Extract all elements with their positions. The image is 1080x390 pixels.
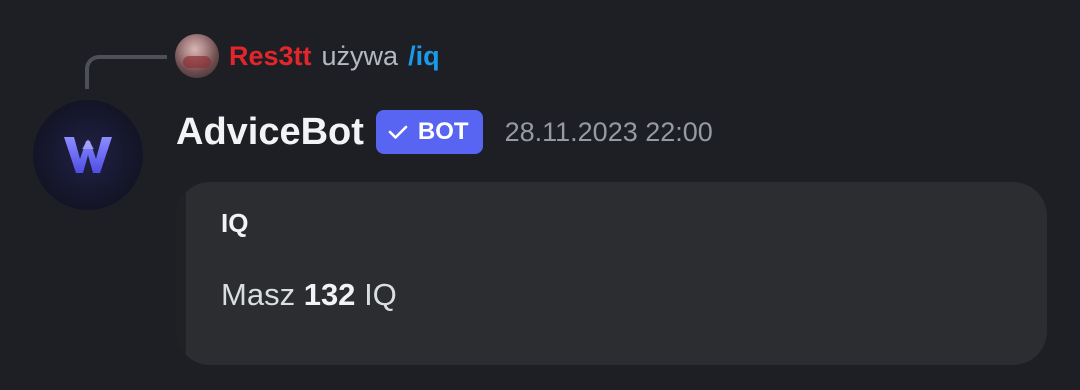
embed-text-after: IQ <box>364 277 397 312</box>
message-header: AdviceBot BOT 28.11.2023 22:00 <box>176 104 713 160</box>
bot-tag-label: BOT <box>417 118 469 145</box>
advicebot-avatar[interactable] <box>33 100 143 210</box>
chat-message: Res3tt używa /iq AdviceBot BOT 28.11.202… <box>0 0 1080 390</box>
message-timestamp[interactable]: 28.11.2023 22:00 <box>505 117 713 148</box>
message-embed: IQ Masz 132 IQ <box>176 182 1047 365</box>
reply-verb: używa <box>321 40 399 71</box>
checkmark-icon <box>388 125 408 139</box>
reply-connector-line <box>85 55 167 89</box>
command-reply-header: Res3tt używa /iq <box>175 33 440 79</box>
user-avatar-icon[interactable] <box>175 34 219 78</box>
advicebot-logo-icon <box>64 137 112 173</box>
embed-accent-bar <box>176 182 186 365</box>
reply-username[interactable]: Res3tt <box>229 41 312 72</box>
embed-title: IQ <box>221 208 249 238</box>
bot-tag-badge: BOT <box>375 110 483 154</box>
author-name[interactable]: AdviceBot <box>176 111 364 154</box>
embed-text-before: Masz <box>221 277 296 312</box>
slash-command-link[interactable]: /iq <box>408 41 440 72</box>
embed-iq-value: 132 <box>303 277 356 312</box>
embed-description: Masz 132 IQ <box>221 277 397 313</box>
